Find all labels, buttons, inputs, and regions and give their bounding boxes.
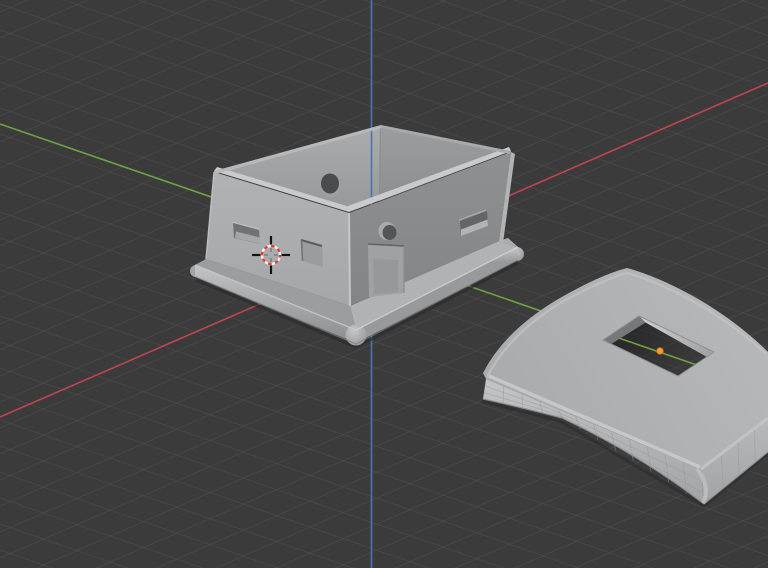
blender-3d-viewport[interactable] bbox=[0, 0, 768, 568]
box-front-corner-edge bbox=[348, 212, 351, 307]
origin-point[interactable] bbox=[656, 347, 664, 355]
box-pocket-right-face bbox=[367, 243, 405, 297]
